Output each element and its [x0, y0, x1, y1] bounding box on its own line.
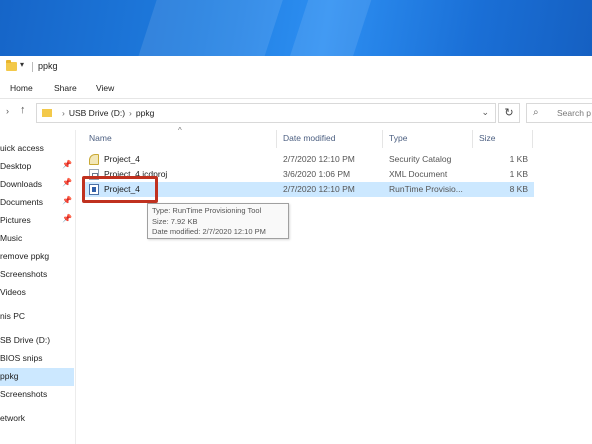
table-row[interactable]: Project_4 2/7/2020 12:10 PM Security Cat…	[82, 152, 534, 167]
title-separator	[32, 62, 33, 72]
sidebar-item-label: SB Drive (D:)	[0, 335, 51, 345]
sidebar-item-label: nis PC	[0, 311, 26, 321]
chevron-down-icon[interactable]: ⌄	[481, 107, 489, 118]
file-explorer-window: ▾ ppkg Home Share View › ↑ › USB Drive (D…	[0, 56, 592, 444]
sidebar-item-usb-drive[interactable]: SB Drive (D:)	[0, 332, 74, 350]
sidebar-item-label: ppkg	[0, 371, 19, 381]
column-divider[interactable]	[472, 130, 473, 148]
tab-view[interactable]: View	[96, 83, 114, 93]
column-header-date[interactable]: Date modified	[283, 133, 335, 143]
breadcrumb-ppkg[interactable]: ppkg	[136, 108, 154, 118]
file-date: 2/7/2020 12:10 PM	[283, 184, 355, 194]
sidebar-item-label: Videos	[0, 287, 26, 297]
title-bar: ▾ ppkg	[0, 56, 592, 78]
recent-locations-icon[interactable]: ›	[6, 106, 9, 116]
folder-icon	[42, 109, 52, 117]
sidebar-item-label: Screenshots	[0, 269, 48, 279]
column-divider[interactable]	[382, 130, 383, 148]
address-bar[interactable]: › USB Drive (D:) › ppkg ⌄	[36, 103, 496, 123]
sidebar-item-label: Documents	[0, 197, 43, 207]
file-size: 1 KB	[509, 169, 528, 179]
file-size: 8 KB	[509, 184, 528, 194]
sidebar-item-label: Downloads	[0, 179, 43, 189]
sidebar-item-this-pc[interactable]: nis PC	[0, 308, 74, 326]
tab-home[interactable]: Home	[10, 83, 33, 93]
search-placeholder: Search p	[557, 108, 592, 118]
tooltip-type: Type: RunTime Provisioning Tool	[152, 206, 262, 215]
column-divider[interactable]	[276, 130, 277, 148]
pin-icon: 📌	[62, 178, 72, 187]
file-date: 3/6/2020 1:06 PM	[283, 169, 351, 179]
column-header-type[interactable]: Type	[389, 133, 407, 143]
file-name: Project_4	[104, 154, 140, 164]
navigation-pane: uick access Desktop 📌 Downloads 📌 Document…	[0, 130, 76, 444]
quick-access-dropdown[interactable]: ▾	[20, 60, 24, 69]
breadcrumb-separator: ›	[62, 108, 65, 118]
ribbon-tabs: Home Share View	[0, 80, 592, 98]
ribbon-divider	[0, 98, 592, 99]
search-icon: ⌕	[533, 107, 539, 118]
sidebar-item-remove-ppkg[interactable]: remove ppkg	[0, 248, 74, 266]
catalog-icon	[89, 154, 99, 165]
sidebar-item-network[interactable]: etwork	[0, 410, 74, 428]
sidebar-item-screenshots-2[interactable]: Screenshots	[0, 386, 74, 404]
tab-share[interactable]: Share	[54, 83, 77, 93]
file-tooltip: Type: RunTime Provisioning Tool Size: 7.…	[147, 203, 289, 239]
sidebar-item-label: BIOS snips	[0, 353, 43, 363]
file-type: XML Document	[389, 169, 448, 179]
search-input[interactable]: ⌕ Search p	[526, 103, 592, 123]
sidebar-item-label: Desktop	[0, 161, 32, 171]
sidebar-item-downloads[interactable]: Downloads 📌	[0, 176, 74, 194]
column-headers: Name Date modified Type Size	[82, 130, 534, 148]
column-divider[interactable]	[532, 130, 533, 148]
file-type: Security Catalog	[389, 154, 452, 164]
sidebar-item-label: etwork	[0, 413, 26, 423]
tooltip-size: Size: 7.92 KB	[152, 216, 198, 226]
file-type: RunTime Provisio...	[389, 184, 463, 194]
sidebar-item-quick-access[interactable]: uick access	[0, 140, 74, 158]
file-date: 2/7/2020 12:10 PM	[283, 154, 355, 164]
highlight-annotation	[82, 176, 158, 203]
sidebar-item-videos[interactable]: Videos	[0, 284, 74, 302]
tooltip-date: Date modified: 2/7/2020 12:10 PM	[152, 227, 266, 236]
sidebar-item-label: remove ppkg	[0, 251, 50, 261]
pin-icon: 📌	[62, 196, 72, 205]
column-header-size[interactable]: Size	[479, 133, 496, 143]
desktop-background	[0, 0, 592, 56]
sidebar-item-music[interactable]: Music	[0, 230, 74, 248]
breadcrumb: › USB Drive (D:) › ppkg	[58, 108, 154, 118]
breadcrumb-separator: ›	[129, 108, 132, 118]
sidebar-item-ppkg[interactable]: ppkg	[0, 368, 74, 386]
sidebar-item-bios-snips[interactable]: BIOS snips	[0, 350, 74, 368]
sidebar-item-label: Screenshots	[0, 389, 48, 399]
file-size: 1 KB	[509, 154, 528, 164]
window-title: ppkg	[38, 61, 58, 71]
sidebar-item-pictures[interactable]: Pictures 📌	[0, 212, 74, 230]
navigation-bar: › ↑ › USB Drive (D:) › ppkg ⌄ ↻ ⌕ Search p	[0, 100, 592, 126]
up-arrow-icon[interactable]: ↑	[20, 104, 26, 116]
sidebar-item-documents[interactable]: Documents 📌	[0, 194, 74, 212]
sidebar-item-label: Pictures	[0, 215, 31, 225]
refresh-button[interactable]: ↻	[498, 103, 520, 123]
column-header-name[interactable]: Name	[89, 133, 112, 143]
pin-icon: 📌	[62, 214, 72, 223]
folder-icon	[6, 60, 17, 71]
sidebar-item-label: Music	[0, 233, 23, 243]
sidebar-item-label: uick access	[0, 143, 44, 153]
pin-icon: 📌	[62, 160, 72, 169]
sidebar-item-screenshots[interactable]: Screenshots	[0, 266, 74, 284]
breadcrumb-usb-drive[interactable]: USB Drive (D:)	[69, 108, 125, 118]
sidebar-item-desktop[interactable]: Desktop 📌	[0, 158, 74, 176]
